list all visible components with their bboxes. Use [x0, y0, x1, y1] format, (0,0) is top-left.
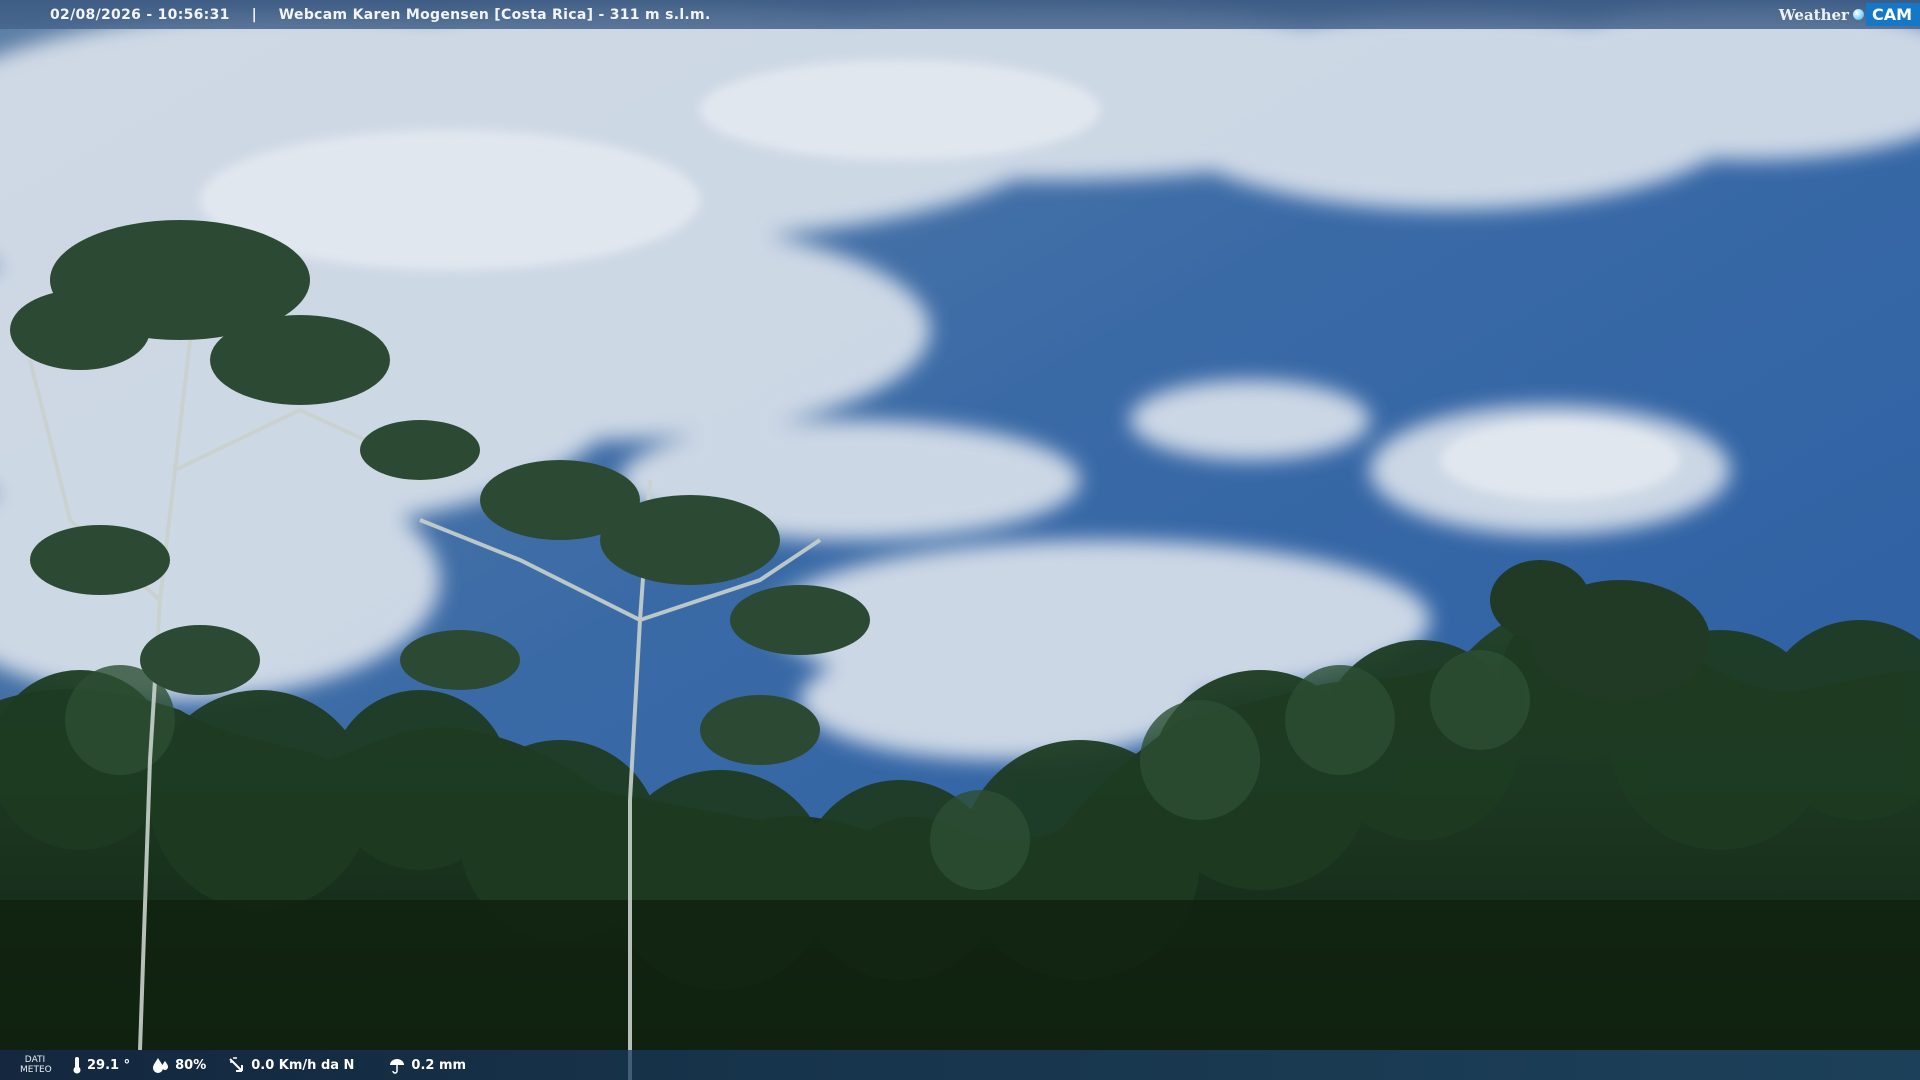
- humidity-icon: [153, 1058, 169, 1073]
- rain-reading: 0.2 mm: [388, 1056, 466, 1074]
- info-bar: 02/08/2026 - 10:56:31 | Webcam Karen Mog…: [0, 0, 1920, 29]
- meteo-label-line2: METEO: [20, 1065, 52, 1075]
- rain-icon: [390, 1059, 405, 1074]
- meteo-label: DATI METEO: [20, 1055, 52, 1075]
- humidity-value: 80%: [175, 1057, 207, 1073]
- webcam-title: Webcam Karen Mogensen [Costa Rica] - 311…: [278, 6, 711, 23]
- humidity-reading: 80%: [152, 1057, 206, 1073]
- logo-globe-icon: [1852, 9, 1864, 20]
- webcam-image: [0, 0, 1920, 1080]
- logo-cam: CAM: [1865, 3, 1920, 26]
- rain-value: 0.2 mm: [411, 1057, 467, 1073]
- temperature-value: 29.1 °: [87, 1057, 131, 1073]
- meteo-bar: DATI METEO 29.1 ° 80% 0.0 Km/h da N 0.2 …: [0, 1050, 1920, 1080]
- timestamp: 02/08/2026 - 10:56:31: [50, 6, 230, 23]
- weathercam-logo: Weather CAM: [1779, 0, 1920, 29]
- temperature-reading: 29.1 °: [72, 1056, 130, 1074]
- wind-icon: [229, 1057, 244, 1072]
- meteo-label-line1: DATI: [24, 1055, 46, 1065]
- separator: |: [251, 6, 257, 23]
- thermometer-icon: [73, 1057, 81, 1074]
- logo-word: Weather: [1778, 5, 1849, 24]
- wind-reading: 0.0 Km/h da N: [228, 1056, 354, 1074]
- wind-value: 0.0 Km/h da N: [251, 1057, 355, 1073]
